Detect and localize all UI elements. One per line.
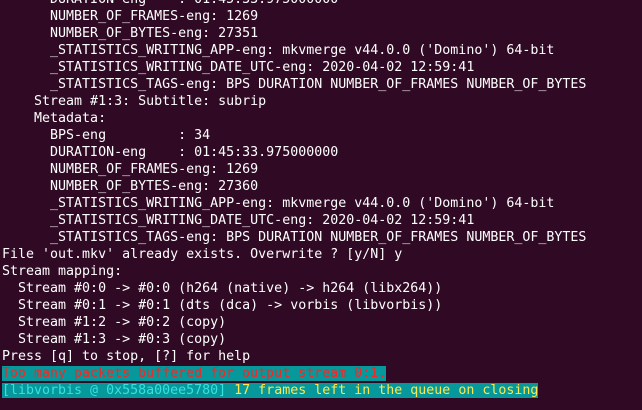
output-line: Stream #1:3 -> #0:3 (copy) bbox=[2, 332, 227, 347]
output-line: _STATISTICS_TAGS-eng: BPS DURATION NUMBE… bbox=[2, 77, 587, 92]
output-line: NUMBER_OF_BYTES-eng: 27360 bbox=[2, 179, 259, 194]
output-line: NUMBER_OF_BYTES-eng: 27351 bbox=[2, 26, 259, 41]
output-line: NUMBER_OF_FRAMES-eng: 1269 bbox=[2, 9, 259, 24]
warning-prefix: [libvorbis @ 0x558a00ee5780] bbox=[2, 383, 227, 398]
output-line: _STATISTICS_WRITING_DATE_UTC-eng: 2020-0… bbox=[2, 213, 475, 228]
terminal-output: DURATION-eng : 01:45:33.975000000 NUMBER… bbox=[2, 0, 642, 365]
error-line: Too many packets buffered for output str… bbox=[2, 365, 642, 382]
output-line: _STATISTICS_WRITING_APP-eng: mkvmerge v4… bbox=[2, 43, 555, 58]
output-line: DURATION-eng : 01:45:33.975000000 bbox=[2, 145, 339, 160]
output-line: BPS-eng : 34 bbox=[2, 128, 211, 143]
output-line: Stream #1:3: Subtitle: subrip bbox=[2, 94, 267, 109]
terminal-window[interactable]: DURATION-eng : 01:45:33.975000000 NUMBER… bbox=[0, 0, 642, 410]
output-line: _STATISTICS_WRITING_APP-eng: mkvmerge v4… bbox=[2, 196, 555, 211]
error-text: Too many packets buffered for output str… bbox=[2, 366, 387, 381]
output-line: Stream #0:1 -> #0:1 (dts (dca) -> vorbis… bbox=[2, 298, 443, 313]
output-line: Press [q] to stop, [?] for help bbox=[2, 349, 251, 364]
output-line: File 'out.mkv' already exists. Overwrite… bbox=[2, 247, 403, 262]
output-line: Metadata: bbox=[2, 111, 107, 126]
output-line: _STATISTICS_WRITING_DATE_UTC-eng: 2020-0… bbox=[2, 60, 475, 75]
output-line: Stream mapping: bbox=[2, 264, 123, 279]
output-line: DURATION-eng : 01:45:33.975000000 bbox=[2, 0, 642, 8]
warning-message: 17 frames left in the queue on closing bbox=[226, 383, 539, 398]
output-line: _STATISTICS_TAGS-eng: BPS DURATION NUMBE… bbox=[2, 230, 587, 245]
output-line: NUMBER_OF_FRAMES-eng: 1269 bbox=[2, 162, 259, 177]
warning-line: [libvorbis @ 0x558a00ee5780] 17 frames l… bbox=[2, 382, 642, 399]
output-line: Stream #0:0 -> #0:0 (h264 (native) -> h2… bbox=[2, 281, 443, 296]
output-line: Stream #1:2 -> #0:2 (copy) bbox=[2, 315, 227, 330]
